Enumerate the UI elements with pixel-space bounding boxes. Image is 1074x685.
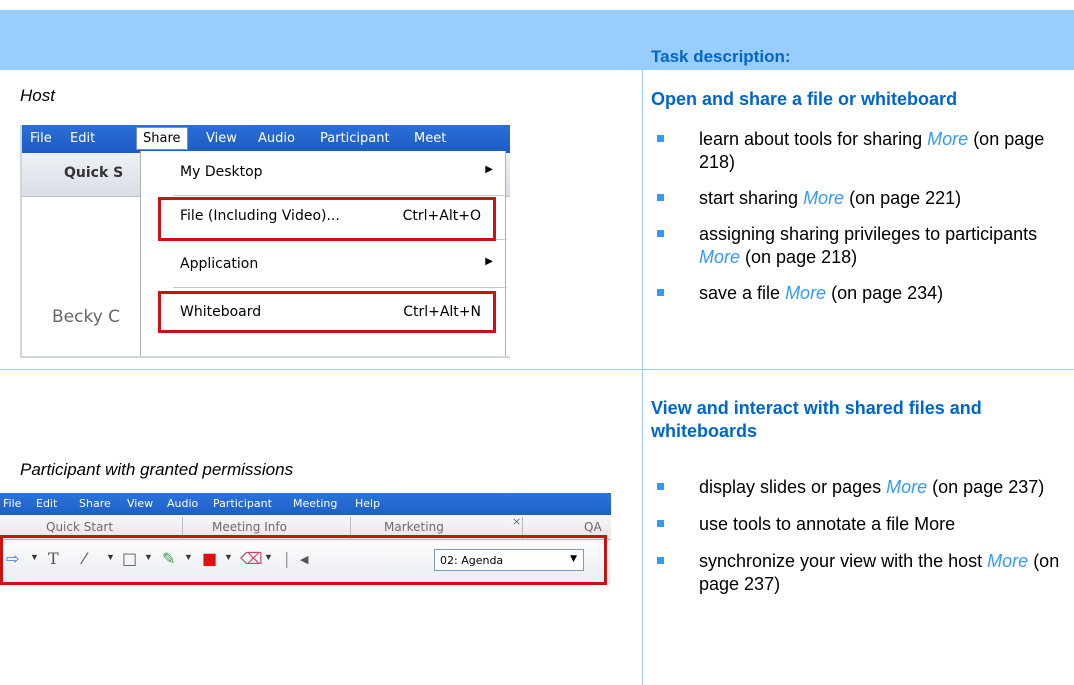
menu-meet: Meet [414, 131, 447, 146]
tab-quick-start: Quick S [64, 165, 124, 181]
list-item: display slides or pages More (on page 23… [651, 476, 1069, 499]
header-band [0, 10, 1074, 70]
menu-separator [173, 287, 507, 288]
participant-toolbar-screenshot: File Edit Share View Audio Participant M… [0, 493, 611, 590]
section1-bullet-list: learn about tools for sharing More (on p… [651, 128, 1069, 305]
bullet-square-icon [657, 483, 664, 490]
section2-title: View and interact with shared files and … [651, 398, 982, 441]
highlight-toolbar [0, 535, 607, 585]
menu-participant: Participant [320, 131, 390, 146]
participant-menu-bar: File Edit Share View Audio Participant M… [0, 493, 611, 515]
bullet-square-icon [657, 194, 664, 201]
participant-name-text: Becky C [52, 307, 121, 327]
menu-edit: Edit [36, 497, 58, 510]
section1-title: Open and share a file or whiteboard [651, 89, 958, 109]
menu-audio: Audio [167, 497, 199, 510]
menu-file: File [30, 131, 52, 146]
tab-close-icon: × [512, 515, 522, 528]
menu-meeting: Meeting [293, 497, 338, 510]
highlight-file-item [158, 197, 496, 241]
submenu-arrow-icon: ▶ [485, 164, 493, 175]
participant-role-label: Participant with granted permissions [20, 460, 294, 479]
submenu-arrow-icon: ▶ [485, 256, 493, 267]
host-share-menu-screenshot: File Edit Share View Audio Participant M… [20, 125, 510, 358]
bullet-square-icon [657, 557, 664, 564]
list-item: save a file More (on page 234) [651, 282, 1069, 305]
more-link[interactable]: More [699, 247, 740, 267]
tab-quick-start: Quick Start [46, 520, 114, 534]
list-item: start sharing More (on page 221) [651, 187, 1069, 210]
row-divider [0, 369, 1074, 370]
menu-share: Share [136, 127, 188, 150]
dropdown-item-application: Application ▶ [180, 256, 493, 272]
dropdown-item-my-desktop: My Desktop ▶ [180, 164, 493, 180]
task-description-heading: Task description: [651, 47, 791, 66]
tab-qa: QA [584, 520, 602, 534]
list-item: synchronize your view with the host More… [651, 550, 1069, 596]
list-item: learn about tools for sharing More (on p… [651, 128, 1069, 174]
bullet-square-icon [657, 520, 664, 527]
more-link[interactable]: More [987, 551, 1028, 571]
menu-view: View [206, 131, 237, 146]
tab-meeting-info: Meeting Info [212, 520, 287, 534]
host-role-label: Host [20, 86, 55, 105]
column-divider [642, 70, 643, 685]
more-link[interactable]: More [803, 188, 844, 208]
tab-marketing: Marketing [384, 520, 444, 534]
more-link[interactable]: More [886, 477, 927, 497]
menu-file: File [3, 497, 22, 510]
highlight-whiteboard-item [158, 291, 496, 333]
list-item: use tools to annotate a file More [651, 513, 1069, 536]
more-link[interactable]: More [927, 129, 968, 149]
menu-view: View [127, 497, 154, 510]
menu-share: Share [79, 497, 111, 510]
menu-edit: Edit [70, 131, 96, 146]
host-menu-bar: File Edit Share View Audio Participant M… [22, 125, 510, 153]
section2-bullet-list: display slides or pages More (on page 23… [651, 476, 1069, 596]
more-link[interactable]: More [785, 283, 826, 303]
list-item: assigning sharing privileges to particip… [651, 223, 1069, 269]
menu-audio: Audio [258, 131, 295, 146]
bullet-square-icon [657, 289, 664, 296]
menu-participant: Participant [213, 497, 272, 510]
bullet-square-icon [657, 135, 664, 142]
menu-help: Help [355, 497, 381, 510]
bullet-square-icon [657, 230, 664, 237]
